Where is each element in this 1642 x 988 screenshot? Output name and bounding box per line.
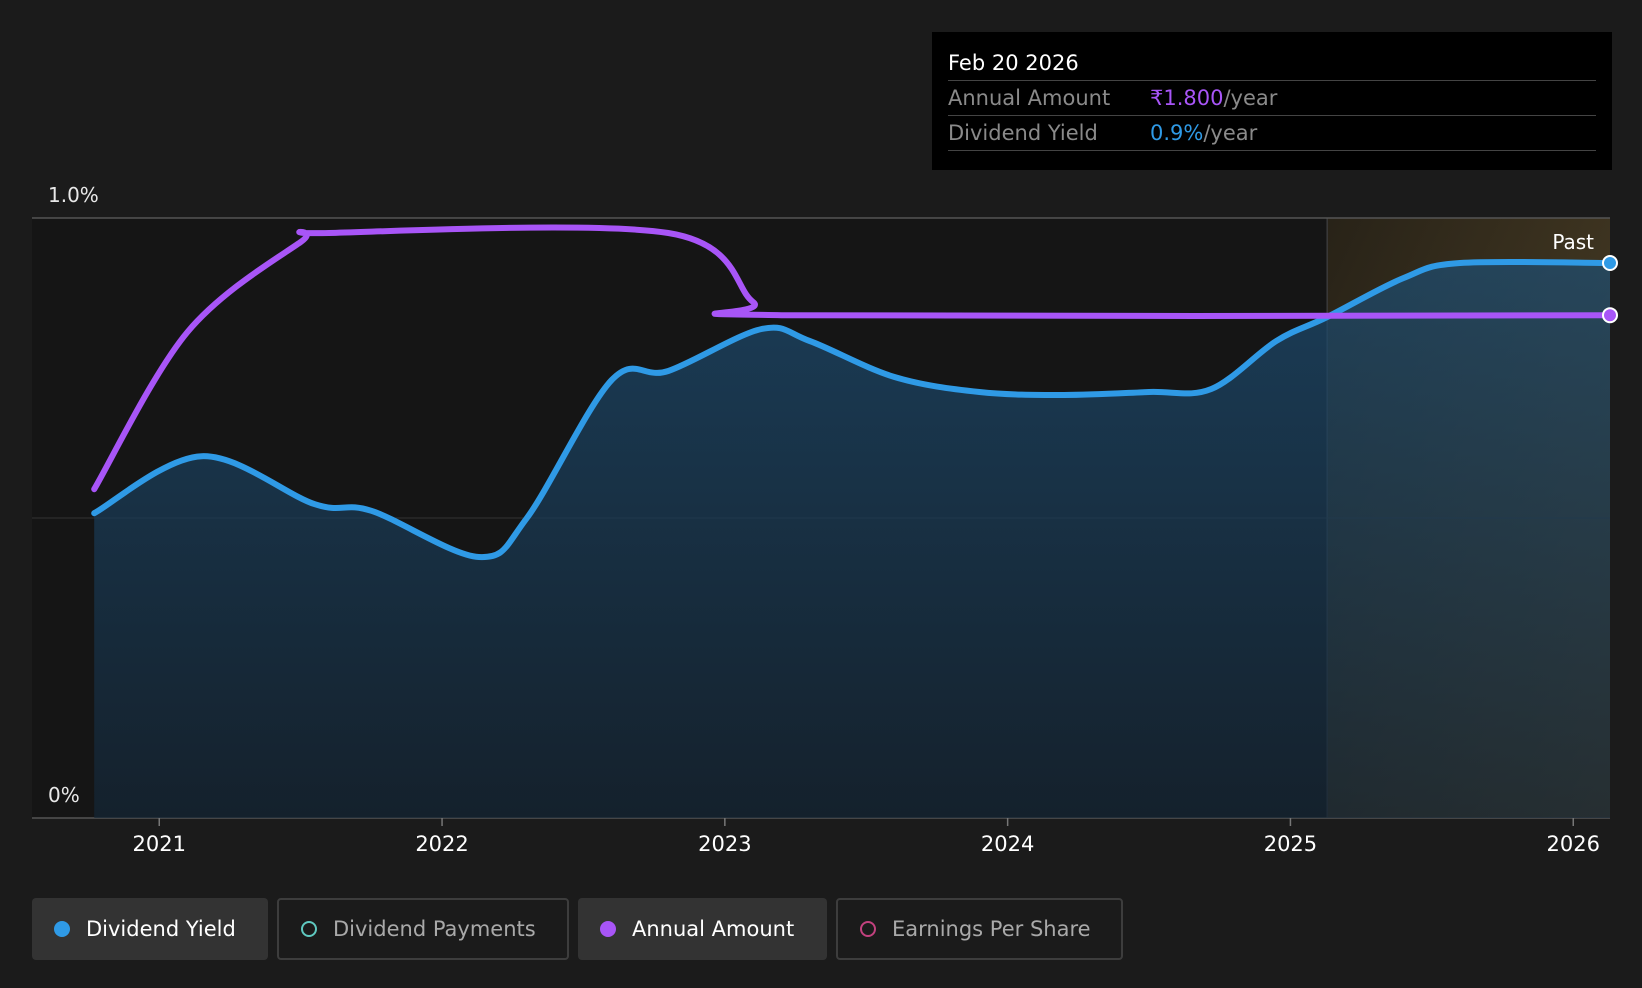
tooltip-unit: /year	[1223, 86, 1278, 110]
x-axis-ticks: 2021 2022 2023 2024 2025 2026	[133, 818, 1600, 856]
legend-earnings-per-share[interactable]: Earnings Per Share	[836, 898, 1123, 960]
legend-label: Dividend Payments	[333, 917, 536, 941]
tooltip-value: 0.9%	[1150, 121, 1204, 145]
x-tick-label: 2026	[1547, 832, 1600, 856]
tooltip-row-annual-amount: Annual Amount ₹1.800 /year	[948, 81, 1596, 116]
dividend-yield-end-marker	[1602, 255, 1618, 271]
tooltip: Feb 20 2026 Annual Amount ₹1.800 /year D…	[932, 32, 1612, 170]
x-tick-label: 2024	[981, 832, 1034, 856]
tooltip-date: Feb 20 2026	[948, 46, 1596, 81]
y-tick-label: 0%	[48, 783, 80, 807]
filled-dot-icon	[54, 921, 70, 937]
filled-dot-icon	[600, 921, 616, 937]
tooltip-row-dividend-yield: Dividend Yield 0.9% /year	[948, 116, 1596, 151]
x-tick-label: 2023	[698, 832, 751, 856]
legend-label: Dividend Yield	[86, 917, 236, 941]
annual-amount-end-marker	[1602, 307, 1618, 324]
legend-label: Annual Amount	[632, 917, 795, 941]
x-tick-label: 2025	[1264, 832, 1317, 856]
legend-dividend-yield[interactable]: Dividend Yield	[32, 898, 268, 960]
legend-dividend-payments[interactable]: Dividend Payments	[277, 898, 569, 960]
hollow-dot-icon	[860, 921, 876, 937]
tooltip-label: Annual Amount	[948, 86, 1111, 110]
x-tick-label: 2021	[133, 832, 186, 856]
tooltip-value: ₹1.800	[1150, 86, 1224, 110]
hollow-dot-icon	[301, 921, 317, 937]
legend-annual-amount[interactable]: Annual Amount	[578, 898, 827, 960]
legend-label: Earnings Per Share	[892, 917, 1091, 941]
tooltip-label: Dividend Yield	[948, 121, 1098, 145]
past-label: Past	[1552, 230, 1594, 254]
y-tick-label: 1.0%	[48, 183, 99, 207]
x-tick-label: 2022	[415, 832, 468, 856]
tooltip-unit: /year	[1203, 121, 1258, 145]
